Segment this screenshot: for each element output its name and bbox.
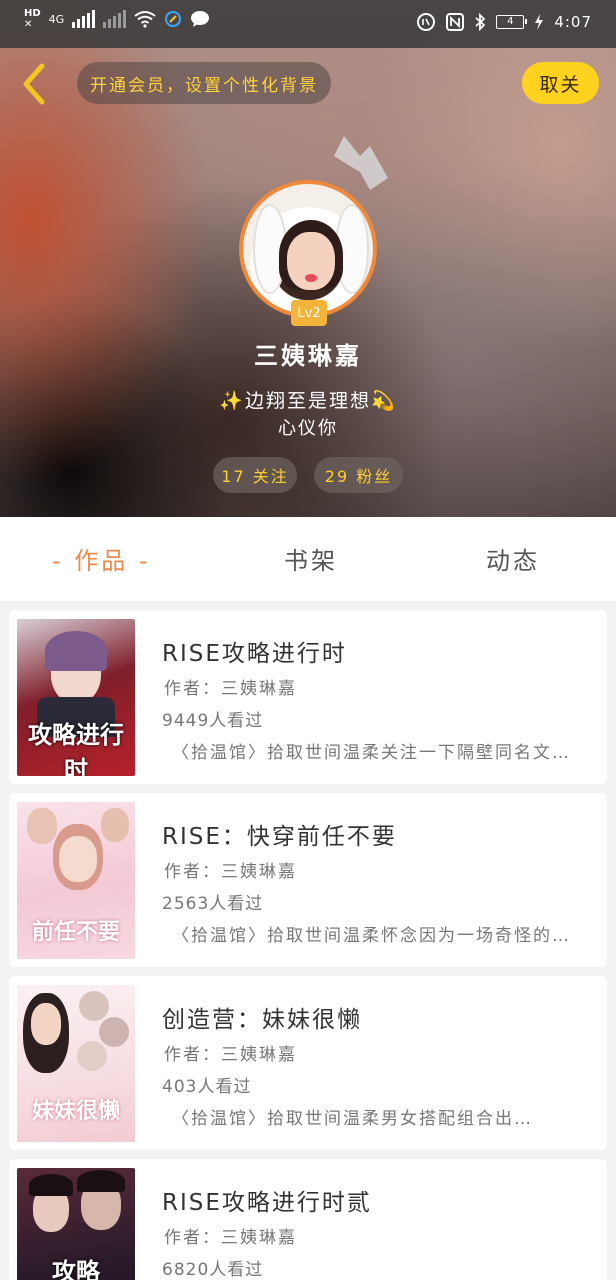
data-saver-icon [417,13,436,31]
signature-line-2: 心仪你 [278,418,338,439]
book-intro: 〈拾温馆〉拾取世间温柔男女搭配组合出… [172,1109,533,1129]
book-author: 作者：三姨琳嘉 [164,679,297,699]
chevron-left-icon [23,63,45,105]
book-author: 作者：三姨琳嘉 [164,862,297,882]
unfollow-button[interactable]: 取关 [522,62,599,104]
book-card[interactable]: 攻略 RISE攻略进行时贰 作者：三姨琳嘉 6820人看过 [9,1159,607,1280]
book-title[interactable]: 创造营：妹妹很懒 [162,1000,362,1034]
book-cover[interactable]: 妹妹很懒 [17,985,135,1142]
signature-line-1: ✨边翔至是理想💫 [219,390,397,412]
book-views: 403人看过 [162,1077,252,1097]
profile-tabs: - 作品 - 书架 动态 [0,517,616,601]
app-notification-icon [165,10,182,28]
book-author: 作者：三姨琳嘉 [164,1228,297,1248]
status-bar: HD ✕ 4G 4 4:07 [0,0,616,48]
book-title[interactable]: RISE攻略进行时贰 [162,1183,372,1217]
bluetooth-icon [475,13,486,31]
book-cover-title: 妹妹很懒 [31,1099,120,1124]
book-views: 2563人看过 [162,894,264,914]
signal-icon [72,10,96,28]
avatar[interactable] [239,180,377,318]
following-count-button[interactable]: 17 关注 [213,457,297,493]
book-card[interactable]: 前任不要 RISE：快穿前任不要 作者：三姨琳嘉 2563人看过 〈拾温馆〉拾取… [9,793,607,967]
hd-indicator: HD ✕ [24,8,41,30]
message-icon [191,11,210,27]
book-cover-title: 攻略 [52,1258,100,1280]
book-cover[interactable]: 前任不要 [17,802,135,959]
username: 三姨琳嘉 [254,342,362,370]
level-badge: Lv2 [291,300,327,326]
charging-icon [535,14,544,30]
book-cover-title: 攻略进行时 [28,721,124,776]
book-cover[interactable]: 攻略进行时 [17,619,135,776]
book-cover[interactable]: 攻略 [17,1168,135,1280]
book-author: 作者：三姨琳嘉 [164,1045,297,1065]
tab-feed[interactable]: 动态 [486,541,540,576]
book-intro: 〈拾温馆〉拾取世间温柔怀念因为一场奇怪的… [172,926,571,946]
book-title[interactable]: RISE攻略进行时 [162,634,347,668]
book-card[interactable]: 妹妹很懒 创造营：妹妹很懒 作者：三姨琳嘉 403人看过 〈拾温馆〉拾取世间温柔… [9,976,607,1150]
back-button[interactable] [14,60,54,108]
clock: 4:07 [554,13,592,31]
tab-bookshelf[interactable]: 书架 [284,541,338,576]
battery-icon: 4 [496,15,528,29]
signal-2-icon [103,10,127,28]
vip-background-prompt[interactable]: 开通会员，设置个性化背景 [77,62,331,104]
tab-works[interactable]: - 作品 - [52,541,151,576]
profile-header: HD ✕ 4G 4 4:07 开通会员，设置个性化背景 取关 Lv2 三姨琳嘉 … [0,0,616,517]
wifi-icon [134,11,156,28]
book-views: 6820人看过 [162,1260,264,1280]
book-intro: 〈拾温馆〉拾取世间温柔关注一下隔壁同名文… [172,743,571,763]
fans-count-button[interactable]: 29 粉丝 [314,457,403,493]
network-type: 4G [48,12,65,26]
book-card[interactable]: 攻略进行时 RISE攻略进行时 作者：三姨琳嘉 9449人看过 〈拾温馆〉拾取世… [9,610,607,784]
book-views: 9449人看过 [162,711,264,731]
book-cover-title: 前任不要 [31,920,120,945]
nfc-icon [446,13,465,31]
book-title[interactable]: RISE：快穿前任不要 [162,817,397,851]
